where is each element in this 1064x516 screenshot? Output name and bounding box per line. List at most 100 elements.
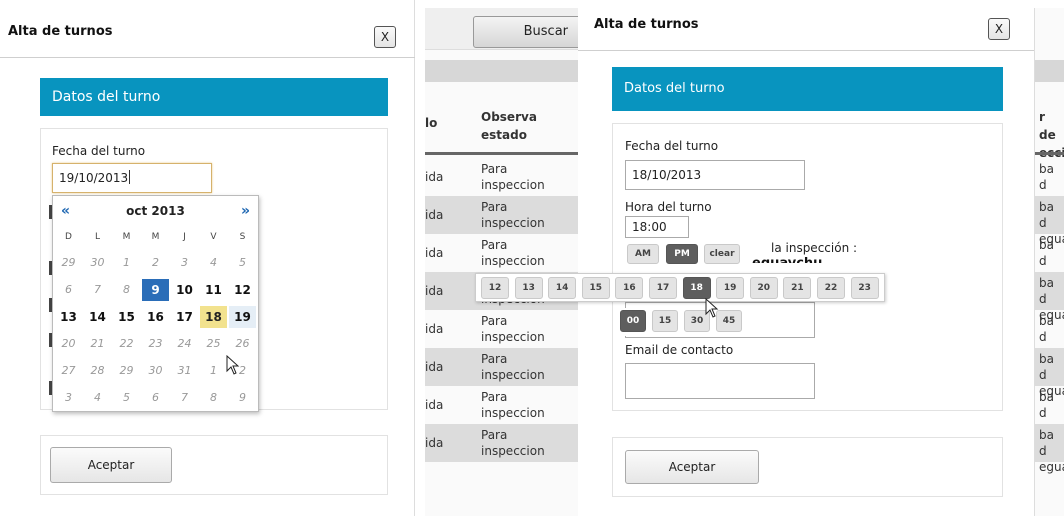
calendar-day[interactable]: 21	[84, 333, 111, 355]
calendar-day[interactable]: 5	[229, 252, 256, 274]
weekday-label: M	[122, 232, 131, 242]
hour-option[interactable]: 23	[850, 277, 879, 299]
calendar-day[interactable]: 20	[55, 333, 82, 355]
clear-button[interactable]: clear	[704, 244, 740, 264]
month-label: oct 2013	[126, 204, 185, 218]
calendar-day[interactable]: 1	[113, 252, 140, 274]
calendar-day[interactable]: 5	[113, 387, 140, 409]
hour-option[interactable]: 13	[514, 277, 543, 299]
calendar-day[interactable]: 8	[113, 279, 140, 301]
minute-option[interactable]: 00	[620, 310, 646, 332]
calendar-day[interactable]: 26	[229, 333, 256, 355]
calendar-day[interactable]: 9	[229, 387, 256, 409]
calendar-day[interactable]: 25	[200, 333, 227, 355]
calendar-day[interactable]: 16	[142, 306, 169, 328]
section-header: Datos del turno	[40, 78, 388, 116]
calendar-day[interactable]: 7	[84, 279, 111, 301]
calendar-day[interactable]: 27	[55, 360, 82, 382]
calendar-day[interactable]: 30	[142, 360, 169, 382]
fecha-input[interactable]: 18/10/2013	[625, 160, 805, 190]
fecha-input-value: 19/10/2013	[59, 171, 129, 185]
calendar-day[interactable]: 3	[55, 387, 82, 409]
hour-option[interactable]: 17	[649, 277, 677, 299]
calendar-day[interactable]: 10	[171, 279, 198, 301]
accept-button[interactable]: Aceptar	[625, 450, 759, 484]
calendar-day[interactable]: 14	[84, 306, 111, 328]
minute-option[interactable]: 45	[716, 310, 742, 332]
section-header: Datos del turno	[612, 67, 1003, 111]
calendar-day[interactable]: 4	[200, 252, 227, 274]
calendar-day[interactable]: 11	[200, 279, 227, 301]
right-dialog: Alta de turnos X Datos del turno Fecha d…	[578, 0, 1034, 516]
email-label: Email de contacto	[625, 343, 734, 357]
mouse-cursor-icon	[705, 298, 719, 318]
calendar-day[interactable]: 2	[142, 252, 169, 274]
accept-button[interactable]: Aceptar	[50, 447, 172, 483]
table-row: ida Para inspeccion	[425, 386, 579, 424]
background-table-edge: r de ecci ba d eguaba d eguaba d eguaba …	[1034, 8, 1064, 516]
table-row: ba d egua	[1035, 310, 1064, 360]
fecha-input[interactable]: 19/10/2013	[52, 163, 212, 193]
title-divider	[0, 57, 415, 58]
hour-option[interactable]: 22	[817, 277, 845, 299]
hour-picker: 12 13 14 15 16 17 18 19 20 21 22 23	[475, 273, 885, 302]
hour-option[interactable]: 14	[548, 277, 577, 299]
table-cell: ida	[425, 284, 444, 298]
hour-option[interactable]: 20	[749, 277, 778, 299]
close-button[interactable]: X	[988, 18, 1010, 40]
calendar-day[interactable]: 30	[84, 252, 111, 274]
table-cell: ida	[425, 322, 444, 336]
calendar-day[interactable]: 8	[200, 387, 227, 409]
weekday-label: M	[151, 232, 160, 242]
table-row: ida Para inspeccion	[425, 158, 579, 196]
email-input[interactable]	[625, 363, 815, 399]
calendar-day[interactable]: 22	[113, 333, 140, 355]
calendar-day[interactable]: 15	[113, 306, 140, 328]
background-table-area: Buscar lo Observa estado ida Para inspecc…	[425, 8, 579, 516]
table-row: ba d egua	[1035, 196, 1064, 246]
inspeccion-value: eguaychu	[752, 255, 822, 263]
column-header-observa: Observa estado	[481, 110, 537, 142]
calendar-day[interactable]: 3	[171, 252, 198, 274]
column-header: lo	[425, 116, 438, 130]
am-button[interactable]: AM	[627, 244, 659, 264]
calendar-day[interactable]: 23	[142, 333, 169, 355]
hour-option[interactable]: 15	[581, 277, 610, 299]
date-picker: « oct 2013 » DLMMJVS 29 30 1 2 3 4 5 6 7 8 9 10 11 12…	[52, 195, 259, 412]
calendar-day[interactable]: 19	[229, 306, 256, 328]
next-month-button[interactable]: »	[241, 203, 250, 219]
hour-option[interactable]: 16	[615, 277, 644, 299]
inspeccion-label: la inspección :	[771, 241, 858, 255]
calendar-day[interactable]: 4	[84, 387, 111, 409]
calendar-day[interactable]: 29	[55, 252, 82, 274]
calendar-day[interactable]: 31	[171, 360, 198, 382]
table-row: ba d egua	[1035, 424, 1064, 474]
hour-option[interactable]: 21	[783, 277, 812, 299]
pm-button[interactable]: PM	[666, 244, 698, 264]
search-button[interactable]: Buscar	[473, 16, 579, 48]
calendar-day[interactable]: 17	[171, 306, 198, 328]
calendar-day[interactable]: 7	[171, 387, 198, 409]
table-row: ba d egua	[1035, 386, 1064, 436]
calendar-day[interactable]: 12	[229, 279, 256, 301]
calendar-day[interactable]: 13	[55, 306, 82, 328]
table-row: ida Para inspeccion	[425, 424, 579, 462]
calendar-day[interactable]: 28	[84, 360, 111, 382]
calendar-day[interactable]: 18	[200, 306, 227, 328]
calendar-day[interactable]: 24	[171, 333, 198, 355]
hour-option[interactable]: 12	[481, 277, 509, 299]
table-band	[1035, 60, 1064, 82]
minute-option[interactable]: 15	[652, 310, 678, 332]
calendar-day[interactable]: 9	[142, 279, 169, 301]
title-divider	[578, 50, 1034, 51]
calendar-day[interactable]: 1	[200, 360, 227, 382]
hour-option[interactable]: 18	[682, 277, 711, 299]
minute-picker: 00 15 30 45	[618, 308, 750, 336]
table-row: ida Para inspeccion	[425, 348, 579, 386]
hour-option[interactable]: 19	[716, 277, 745, 299]
calendar-day[interactable]: 6	[55, 279, 82, 301]
calendar-day[interactable]: 29	[113, 360, 140, 382]
hora-input[interactable]: 18:00	[625, 216, 689, 238]
calendar-day[interactable]: 6	[142, 387, 169, 409]
close-button[interactable]: X	[374, 26, 396, 48]
